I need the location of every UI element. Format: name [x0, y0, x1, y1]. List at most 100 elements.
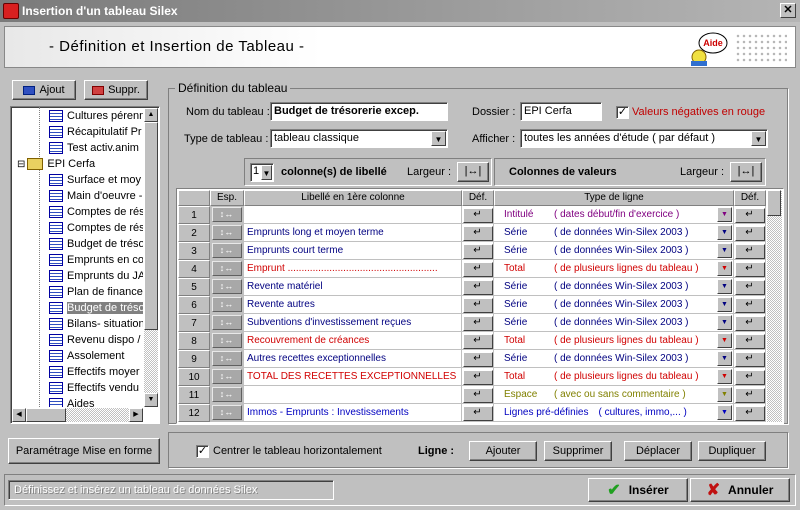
row-def-type-button[interactable]: ↵	[734, 368, 766, 386]
chevron-down-icon[interactable]: ▼	[431, 131, 446, 146]
tree-item[interactable]: ⊟ EPI Cerfa	[17, 156, 95, 172]
row-def-label-button[interactable]: ↵	[462, 224, 494, 242]
row-label[interactable]: Subventions d'investissement reçues	[244, 314, 462, 332]
row-line-type[interactable]: Série ( de données Win-Silex 2003 ) ▼	[494, 278, 734, 296]
spacing-icon[interactable]: ↕↔	[211, 369, 242, 384]
tree-item[interactable]: Effectifs vendu	[49, 380, 139, 396]
row-line-type[interactable]: Série ( de données Win-Silex 2003 ) ▼	[494, 296, 734, 314]
spacing-icon[interactable]: ↕↔	[211, 333, 242, 348]
row-def-type-button[interactable]: ↵	[734, 332, 766, 350]
spacing-icon[interactable]: ↕↔	[211, 315, 242, 330]
row-def-label-button[interactable]: ↵	[462, 386, 494, 404]
folder-input[interactable]: EPI Cerfa	[520, 102, 602, 121]
spacing-icon[interactable]: ↕↔	[211, 243, 242, 258]
spacing-cell[interactable]: ↕↔	[210, 314, 244, 332]
tree-item[interactable]: Effectifs moyer	[49, 364, 140, 380]
row-def-label-button[interactable]: ↵	[462, 350, 494, 368]
chevron-down-icon[interactable]: ▼	[261, 165, 272, 180]
tree-item[interactable]: Test activ.anim	[49, 140, 139, 156]
row-label[interactable]: Immos - Emprunts : Investissements	[244, 404, 462, 422]
spacing-icon[interactable]: ↕↔	[211, 405, 242, 420]
table-row[interactable]: 8 ↕↔ Recouvrement de créances ↵ Total( de pl…	[178, 332, 766, 350]
tree-item[interactable]: Surface et moy	[49, 172, 141, 188]
tree-item[interactable]: Revenu dispo /	[49, 332, 140, 348]
row-def-label-button[interactable]: ↵	[462, 206, 494, 224]
chevron-down-icon[interactable]: ▼	[717, 207, 732, 222]
tree-item[interactable]: Plan de finance	[49, 284, 143, 300]
chevron-down-icon[interactable]: ▼	[717, 387, 732, 402]
spacing-icon[interactable]: ↕↔	[211, 351, 242, 366]
row-label[interactable]: Autres recettes exceptionnelles	[244, 350, 462, 368]
table-row[interactable]: 5 ↕↔ Revente matériel ↵ Série( de données Wi…	[178, 278, 766, 296]
row-label[interactable]: Emprunt ................................…	[244, 260, 462, 278]
chevron-down-icon[interactable]: ▼	[717, 405, 732, 420]
spacing-cell[interactable]: ↕↔	[210, 206, 244, 224]
tree-item[interactable]: Aides	[49, 396, 95, 407]
row-label[interactable]	[244, 386, 462, 404]
chevron-down-icon[interactable]: ▼	[717, 315, 732, 330]
spacing-icon[interactable]: ↕↔	[211, 225, 242, 240]
row-line-type[interactable]: Série ( de données Win-Silex 2003 ) ▼	[494, 242, 734, 260]
chevron-down-icon[interactable]: ▼	[717, 225, 732, 240]
row-def-type-button[interactable]: ↵	[734, 278, 766, 296]
table-type-select[interactable]: tableau classique ▼	[270, 129, 448, 148]
row-line-type[interactable]: Total ( de plusieurs lignes du tableau ) ▼	[494, 368, 734, 386]
row-label[interactable]: Emprunts long et moyen terme	[244, 224, 462, 242]
row-label[interactable]: Recouvrement de créances	[244, 332, 462, 350]
help-mascot-icon[interactable]: Aide	[687, 29, 731, 67]
row-def-type-button[interactable]: ↵	[734, 350, 766, 368]
table-vertical-scrollbar[interactable]	[767, 190, 782, 422]
row-def-label-button[interactable]: ↵	[462, 242, 494, 260]
row-label[interactable]: TOTAL DES RECETTES EXCEPTIONNELLES	[244, 368, 462, 386]
table-name-input[interactable]: Budget de trésorerie excep.	[270, 102, 448, 121]
row-line-type[interactable]: Total ( de plusieurs lignes du tableau ) ▼	[494, 260, 734, 278]
spacing-icon[interactable]: ↕↔	[211, 387, 242, 402]
table-row[interactable]: 10 ↕↔ TOTAL DES RECETTES EXCEPTIONNELLES ↵ T…	[178, 368, 766, 386]
chevron-down-icon[interactable]: ▼	[717, 333, 732, 348]
spacing-cell[interactable]: ↕↔	[210, 242, 244, 260]
row-def-label-button[interactable]: ↵	[462, 260, 494, 278]
spacing-cell[interactable]: ↕↔	[210, 224, 244, 242]
tree-item[interactable]: Emprunts du JA	[49, 268, 143, 284]
hscroll-thumb[interactable]	[26, 408, 66, 422]
tree-item[interactable]: Budget de trésor	[49, 300, 143, 316]
tree-item[interactable]: Emprunts en co	[49, 252, 143, 268]
spacing-cell[interactable]: ↕↔	[210, 278, 244, 296]
row-line-type[interactable]: Intitulé ( dates début/fin d'exercice ) ▼	[494, 206, 734, 224]
tree-item[interactable]: Cultures pérenn	[49, 108, 143, 124]
tree-item[interactable]: Comptes de rés	[49, 204, 143, 220]
tree-item[interactable]: Récapitulatif Pr	[49, 124, 142, 140]
delete-line-button[interactable]: Supprimer	[544, 441, 612, 461]
row-line-type[interactable]: Série ( de données Win-Silex 2003 ) ▼	[494, 314, 734, 332]
duplicate-line-button[interactable]: Dupliquer	[698, 441, 766, 461]
spacing-cell[interactable]: ↕↔	[210, 350, 244, 368]
insert-button[interactable]: ✔ Insérer	[588, 478, 688, 502]
delete-button[interactable]: Suppr.	[84, 80, 148, 100]
row-label[interactable]: Revente autres	[244, 296, 462, 314]
table-row[interactable]: 11 ↕↔ ↵ Espace ( avec ou sans commentaire ) ▼…	[178, 386, 766, 404]
row-label[interactable]: Revente matériel	[244, 278, 462, 296]
chevron-down-icon[interactable]: ▼	[717, 279, 732, 294]
spacing-cell[interactable]: ↕↔	[210, 386, 244, 404]
row-def-label-button[interactable]: ↵	[462, 278, 494, 296]
row-def-type-button[interactable]: ↵	[734, 314, 766, 332]
table-row[interactable]: 1 ↕↔ ↵ Intitulé ( dates début/fin d'exercice…	[178, 206, 766, 224]
tree-horizontal-scrollbar[interactable]: ◀ ▶	[12, 408, 143, 422]
negative-red-checkbox[interactable]: ✓	[616, 106, 629, 119]
row-def-type-button[interactable]: ↵	[734, 206, 766, 224]
row-def-label-button[interactable]: ↵	[462, 404, 494, 422]
row-def-type-button[interactable]: ↵	[734, 296, 766, 314]
table-row[interactable]: 12 ↕↔ Immos - Emprunts : Investissements ↵ L…	[178, 404, 766, 422]
tree-item[interactable]: Bilans- situation	[49, 316, 143, 332]
spacing-icon[interactable]: ↕↔	[211, 297, 242, 312]
table-row[interactable]: 6 ↕↔ Revente autres ↵ Série( de données Win-…	[178, 296, 766, 314]
row-def-type-button[interactable]: ↵	[734, 224, 766, 242]
spacing-cell[interactable]: ↕↔	[210, 260, 244, 278]
tree-item[interactable]: Assolement	[49, 348, 124, 364]
chevron-down-icon[interactable]: ▼	[717, 243, 732, 258]
row-def-type-button[interactable]: ↵	[734, 404, 766, 422]
spacing-icon[interactable]: ↕↔	[211, 279, 242, 294]
spacing-icon[interactable]: ↕↔	[211, 261, 242, 276]
table-tree[interactable]: Cultures pérenn Récapitulatif Pr Test acti…	[10, 106, 160, 424]
value-width-button[interactable]: |↔|	[730, 162, 762, 182]
